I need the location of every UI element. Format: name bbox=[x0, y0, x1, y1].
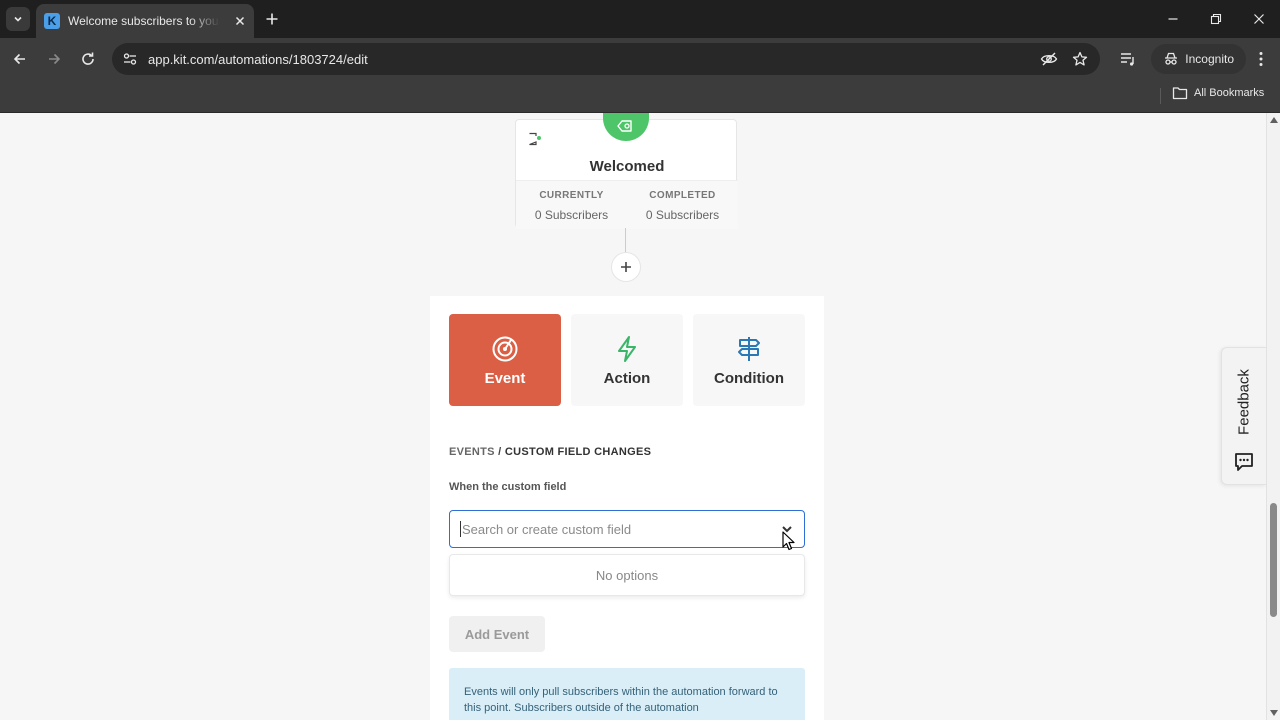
lightning-icon bbox=[616, 334, 638, 364]
arrow-right-icon bbox=[49, 53, 61, 65]
scroll-up-arrow-icon[interactable] bbox=[1270, 117, 1278, 123]
event-type-label: Event bbox=[484, 370, 526, 387]
bookmarks-bar: All Bookmarks bbox=[0, 80, 1280, 113]
custom-field-label: When the custom field bbox=[449, 481, 567, 493]
no-options-text: No options bbox=[595, 567, 659, 583]
browser-toolbar: app.kit.com/automations/1803724/edit Inc… bbox=[0, 38, 1280, 80]
restore-icon bbox=[1210, 13, 1221, 25]
info-notice: Events will only pull subscribers within… bbox=[449, 668, 805, 720]
eye-off-icon[interactable] bbox=[1040, 50, 1058, 68]
scroll-down-arrow-icon[interactable] bbox=[1270, 710, 1278, 716]
browser-menu-button[interactable] bbox=[1246, 51, 1276, 67]
minimize-icon bbox=[1168, 18, 1177, 20]
restore-button[interactable] bbox=[1194, 0, 1237, 38]
more-vertical-icon bbox=[1259, 52, 1263, 66]
step-stats: CURRENTLY 0 Subscribers COMPLETED 0 Subs… bbox=[516, 180, 738, 229]
condition-type-tile[interactable]: Condition bbox=[693, 314, 805, 406]
mouse-cursor-icon bbox=[782, 531, 796, 556]
completed-stat: COMPLETED 0 Subscribers bbox=[627, 181, 738, 229]
page-scrollbar[interactable] bbox=[1266, 113, 1280, 720]
action-type-tile[interactable]: Action bbox=[571, 314, 683, 406]
automation-canvas: Welcomed CURRENTLY 0 Subscribers COMPLET… bbox=[0, 113, 1266, 720]
event-type-tile[interactable]: Event bbox=[449, 314, 561, 406]
tab-search-button[interactable] bbox=[6, 7, 30, 31]
close-icon bbox=[235, 16, 245, 26]
chevron-down-icon bbox=[14, 16, 22, 22]
info-text: Events will only pull subscribers within… bbox=[464, 686, 778, 714]
condition-type-label: Condition bbox=[714, 370, 784, 387]
all-bookmarks-button[interactable]: All Bookmarks bbox=[1172, 86, 1264, 100]
media-controls-icon[interactable] bbox=[1119, 50, 1137, 68]
minimize-button[interactable] bbox=[1151, 0, 1194, 38]
reload-button[interactable] bbox=[76, 47, 100, 71]
browser-tab-bar: K Welcome subscribers to your p bbox=[0, 0, 1280, 38]
completed-value: 0 Subscribers bbox=[645, 208, 720, 222]
breadcrumb-current: CUSTOM FIELD CHANGES bbox=[504, 446, 652, 458]
breadcrumb-separator: / bbox=[498, 446, 502, 458]
plus-icon bbox=[621, 262, 631, 272]
back-button[interactable] bbox=[8, 47, 32, 71]
scrollbar-thumb[interactable] bbox=[1270, 503, 1277, 617]
add-step-button[interactable] bbox=[611, 252, 641, 282]
completed-label: COMPLETED bbox=[649, 190, 716, 201]
signpost-icon bbox=[736, 334, 762, 364]
address-bar[interactable]: app.kit.com/automations/1803724/edit bbox=[112, 43, 1100, 75]
kit-favicon-icon: K bbox=[44, 13, 60, 29]
window-controls bbox=[1151, 0, 1280, 38]
custom-field-select[interactable] bbox=[449, 510, 805, 548]
tab-title: Welcome subscribers to your p bbox=[68, 14, 220, 28]
star-icon[interactable] bbox=[1072, 51, 1088, 67]
exit-step-icon bbox=[528, 132, 542, 151]
incognito-badge[interactable]: Incognito bbox=[1151, 44, 1246, 74]
arrow-left-icon bbox=[13, 53, 25, 65]
target-icon bbox=[491, 334, 519, 364]
incognito-icon bbox=[1165, 52, 1178, 65]
feedback-tab[interactable]: Feedback bbox=[1221, 347, 1266, 485]
incognito-label: Incognito bbox=[1185, 52, 1234, 66]
browser-tab[interactable]: K Welcome subscribers to your p bbox=[36, 4, 254, 38]
plus-icon bbox=[266, 13, 278, 25]
add-event-button[interactable]: Add Event bbox=[449, 616, 545, 652]
custom-field-dropdown-menu: No options bbox=[449, 554, 805, 596]
bookmarks-separator bbox=[1160, 88, 1161, 104]
new-tab-button[interactable] bbox=[262, 9, 282, 29]
forward-button[interactable] bbox=[42, 47, 66, 71]
close-window-button[interactable] bbox=[1237, 0, 1280, 38]
step-connector-line bbox=[625, 228, 626, 254]
breadcrumb: EVENTS / CUSTOM FIELD CHANGES bbox=[449, 446, 651, 458]
url-text[interactable]: app.kit.com/automations/1803724/edit bbox=[148, 52, 368, 67]
reload-icon bbox=[82, 52, 94, 65]
chat-icon bbox=[1234, 452, 1254, 477]
action-type-label: Action bbox=[603, 370, 651, 387]
folder-icon bbox=[1172, 87, 1188, 100]
close-icon bbox=[1253, 14, 1264, 24]
tab-close-button[interactable] bbox=[234, 15, 246, 27]
feedback-label: Feedback bbox=[1235, 369, 1253, 435]
currently-stat: CURRENTLY 0 Subscribers bbox=[516, 181, 627, 229]
add-step-panel: Event Action Condition EVENTS / CUSTOM F… bbox=[430, 296, 824, 720]
site-settings-icon[interactable] bbox=[122, 51, 138, 67]
currently-value: 0 Subscribers bbox=[534, 208, 609, 222]
breadcrumb-events[interactable]: EVENTS bbox=[449, 446, 495, 458]
all-bookmarks-label: All Bookmarks bbox=[1194, 87, 1265, 99]
text-caret bbox=[460, 521, 461, 537]
currently-label: CURRENTLY bbox=[539, 190, 604, 201]
step-title: Welcomed bbox=[589, 158, 665, 175]
custom-field-search-input[interactable] bbox=[462, 521, 762, 537]
tag-icon bbox=[617, 120, 632, 132]
